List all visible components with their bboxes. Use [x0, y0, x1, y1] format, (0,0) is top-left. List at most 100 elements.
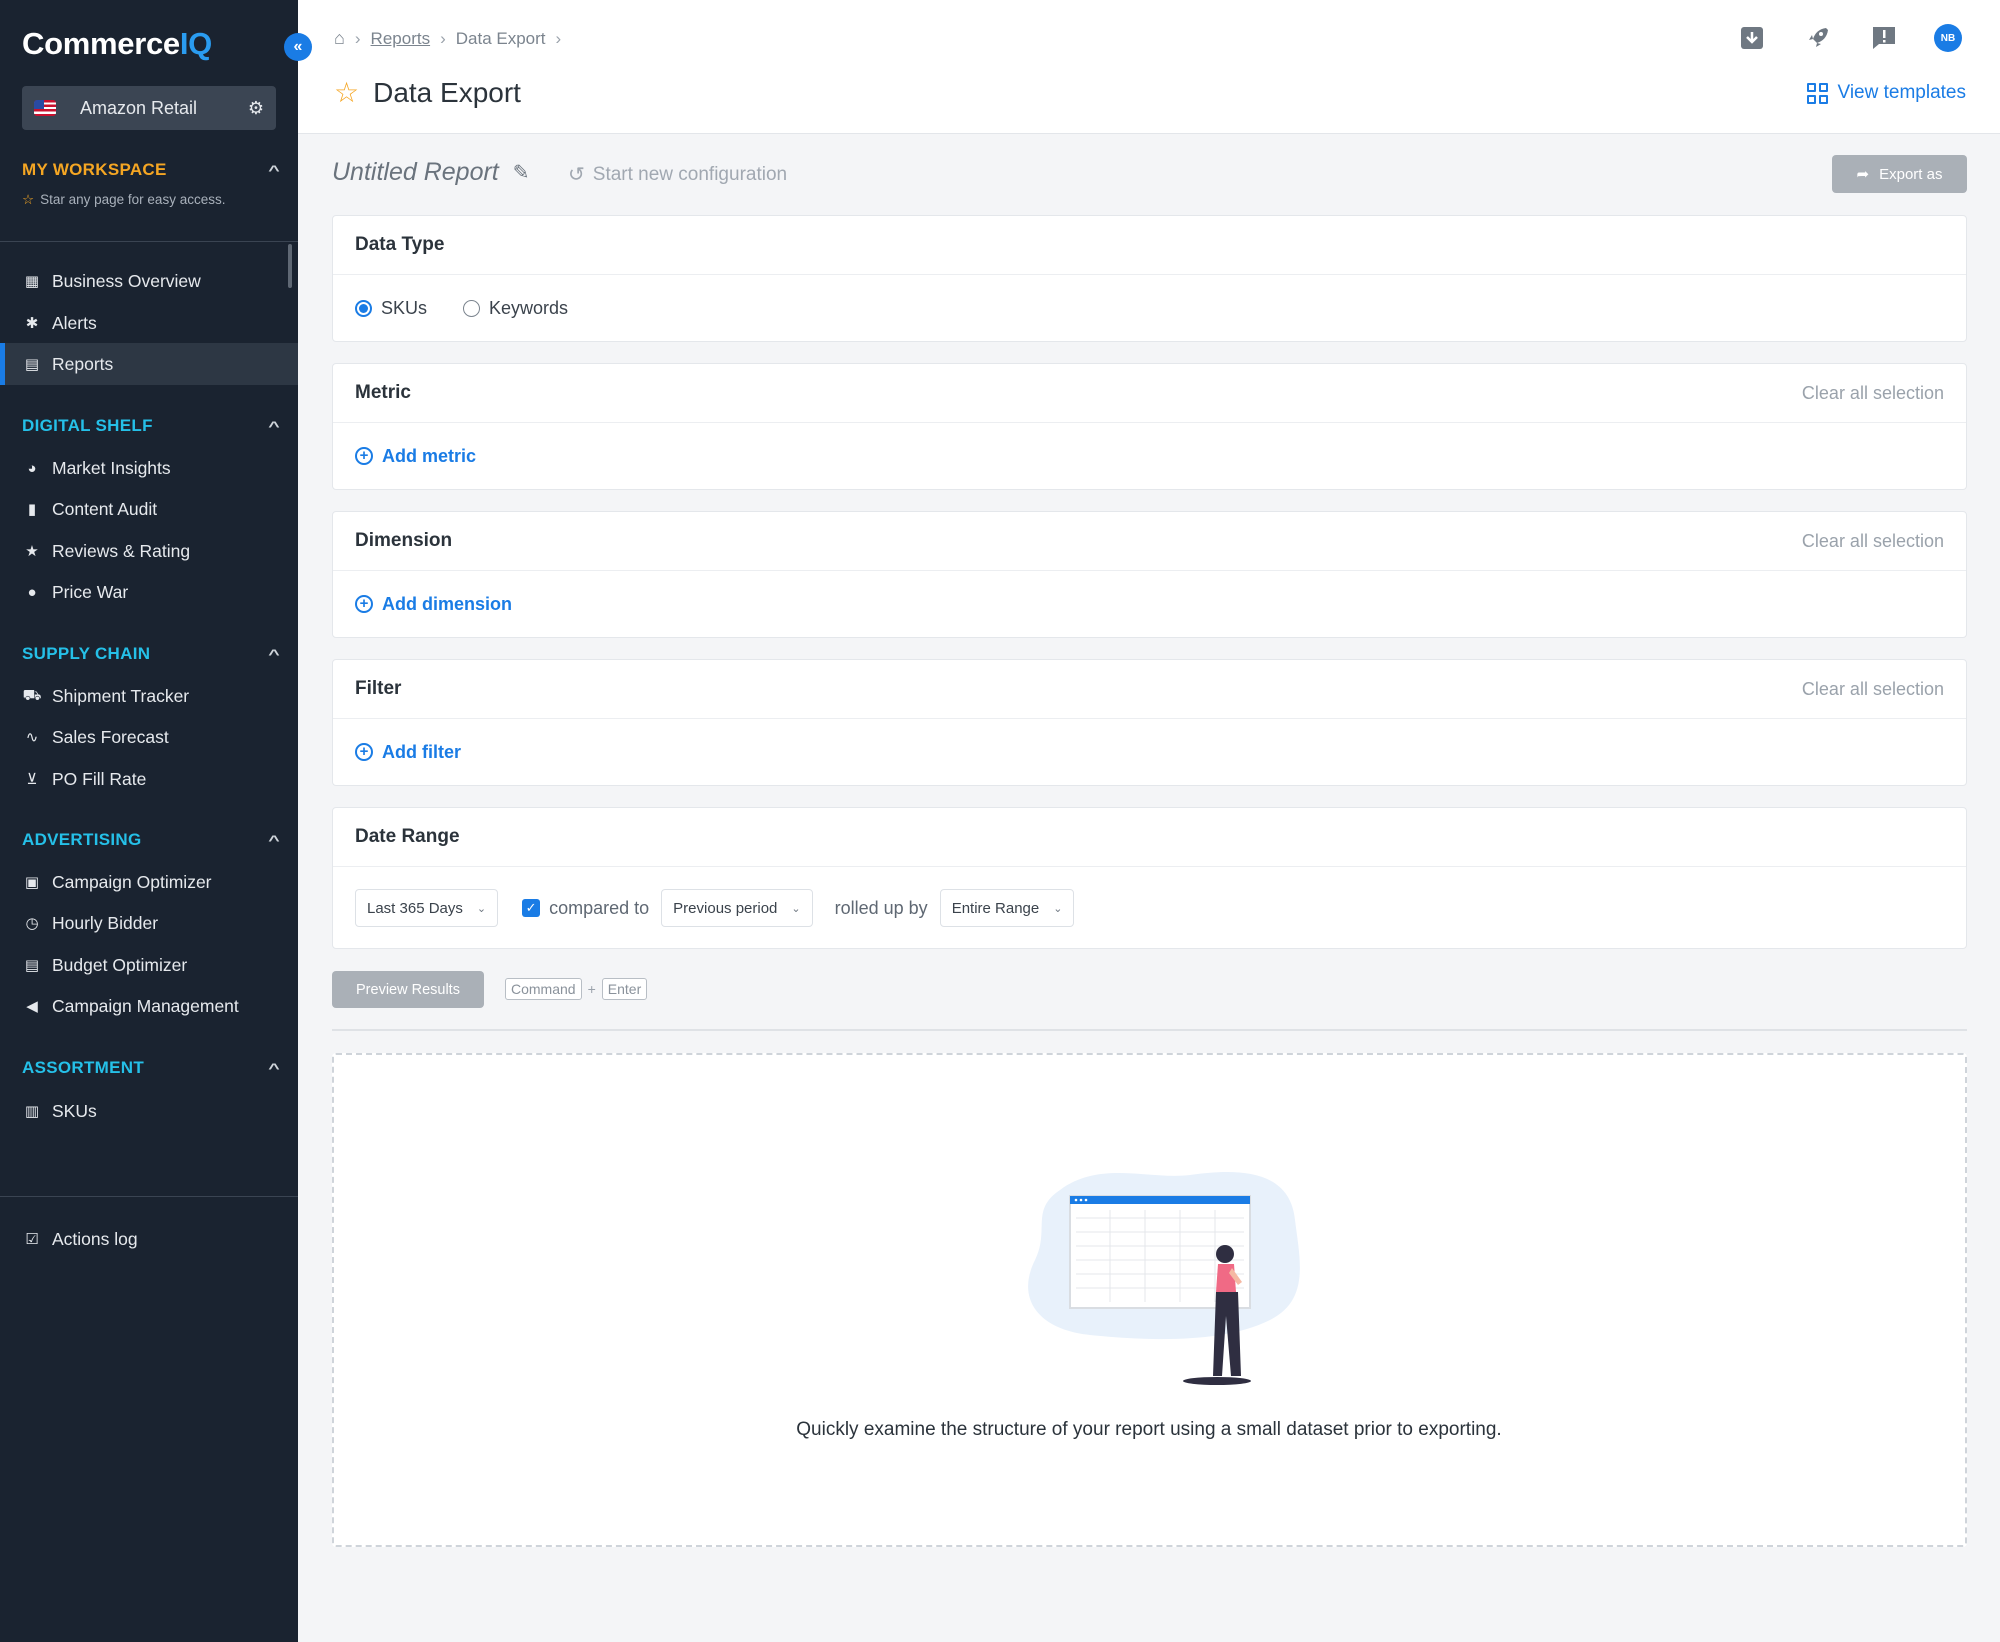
clear-all-selection-button[interactable]: Clear all selection [1802, 383, 1944, 404]
sidebar-item-campaign-optimizer[interactable]: ▣ Campaign Optimizer [0, 861, 298, 903]
rocket-icon[interactable] [1802, 22, 1834, 54]
avatar[interactable]: NB [1934, 24, 1962, 52]
sidebar-item-content-audit[interactable]: ▮ Content Audit [0, 488, 298, 530]
collapse-sidebar-button[interactable]: « [284, 33, 312, 61]
compared-to-checkbox[interactable]: ✓ compared to [522, 898, 649, 919]
section-my-workspace[interactable]: MY WORKSPACE ^ [22, 160, 280, 180]
divider [0, 241, 298, 242]
sidebar: CommerceIQ Amazon Retail ⚙ MY WORKSPACE … [0, 0, 298, 1642]
checkbox-checked-icon[interactable]: ✓ [522, 899, 541, 917]
chevron-down-icon: ⌄ [1053, 902, 1063, 915]
clock-icon: ◷ [25, 915, 39, 932]
chevron-up-icon[interactable]: ^ [268, 1060, 280, 1076]
sidebar-item-sales-forecast[interactable]: ∿ Sales Forecast [0, 716, 298, 758]
radio-keywords[interactable]: Keywords [463, 298, 568, 319]
sidebar-item-budget-optimizer[interactable]: ▤ Budget Optimizer [0, 944, 298, 986]
section-supply-chain[interactable]: SUPPLY CHAIN ^ [22, 644, 280, 664]
barcode-icon: ▥ [24, 1103, 40, 1120]
chevron-down-icon: ⌄ [791, 902, 801, 915]
section-title: DIGITAL SHELF [22, 416, 153, 435]
clear-all-selection-button[interactable]: Clear all selection [1802, 679, 1944, 700]
sidebar-item-hourly-bidder[interactable]: ◷ Hourly Bidder [0, 902, 298, 944]
clear-all-selection-button[interactable]: Clear all selection [1802, 531, 1944, 552]
gear-icon[interactable]: ⚙ [248, 98, 264, 119]
page-title: ☆ Data Export [334, 76, 521, 109]
add-filter-button[interactable]: + Add filter [355, 742, 461, 763]
preview-caption: Quickly examine the structure of your re… [796, 1419, 1502, 1440]
radio-skus[interactable]: SKUs [355, 298, 427, 319]
top-icons: NB [1736, 22, 1962, 54]
rollup-select[interactable]: Entire Range ⌄ [939, 889, 1075, 927]
breadcrumb-reports[interactable]: Reports [371, 29, 431, 49]
kbd-command: Command [505, 978, 582, 1000]
retailer-label: Amazon Retail [80, 97, 198, 118]
star-outline-icon[interactable]: ☆ [334, 76, 359, 109]
panel-title: Filter [355, 678, 402, 699]
kbd-enter: Enter [601, 978, 648, 1000]
date-range-select[interactable]: Last 365 Days ⌄ [355, 889, 499, 927]
chevron-up-icon[interactable]: ^ [268, 418, 280, 434]
date-range-panel: Date Range Last 365 Days ⌄ ✓ compared to… [332, 807, 1967, 949]
start-new-configuration-button[interactable]: ↺ Start new configuration [568, 162, 787, 187]
megaphone-icon: ◀ [26, 998, 38, 1015]
sidebar-item-actions-log[interactable]: ☑ Actions log [0, 1218, 298, 1260]
sidebar-item-market-insights[interactable]: ◕ Market Insights [0, 447, 298, 489]
feedback-icon[interactable] [1868, 22, 1900, 54]
retailer-selector[interactable]: Amazon Retail ⚙ [22, 86, 276, 130]
sidebar-item-skus[interactable]: ▥ SKUs [0, 1090, 298, 1132]
chevron-up-icon[interactable]: ^ [268, 832, 280, 848]
radio-selected-icon[interactable] [355, 299, 372, 317]
add-circle-icon: + [355, 595, 373, 613]
home-icon[interactable]: ⌂ [334, 28, 345, 49]
sidebar-item-shipment-tracker[interactable]: ⛟ Shipment Tracker [0, 675, 298, 717]
report-name[interactable]: Untitled Report ✎ [332, 158, 530, 187]
add-metric-button[interactable]: + Add metric [355, 446, 476, 467]
commerceiq-logo[interactable]: CommerceIQ [22, 26, 212, 62]
add-dimension-button[interactable]: + Add dimension [355, 594, 512, 615]
section-title: ADVERTISING [22, 830, 142, 849]
export-as-button[interactable]: ➦ Export as [1832, 155, 1967, 193]
workspace-hint: ☆ Star any page for easy access. [22, 192, 226, 207]
store-icon: ▦ [24, 273, 40, 290]
breadcrumb-data-export: Data Export [455, 28, 546, 48]
section-assortment[interactable]: ASSORTMENT ^ [22, 1058, 280, 1078]
sidebar-item-reports[interactable]: ▤ Reports [0, 343, 298, 385]
add-circle-icon: + [355, 447, 373, 465]
compare-period-select[interactable]: Previous period ⌄ [661, 889, 813, 927]
document-icon: ▮ [27, 501, 37, 518]
pie-chart-icon: ◕ [27, 459, 37, 477]
chevron-right-icon: › [440, 28, 446, 48]
templates-grid-icon [1806, 82, 1828, 104]
star-outline-icon: ☆ [22, 192, 35, 207]
radio-unselected-icon[interactable] [463, 299, 481, 317]
panel-title: Date Range [355, 826, 460, 847]
section-title: MY WORKSPACE [22, 160, 167, 179]
sidebar-item-reviews-rating[interactable]: ★ Reviews & Rating [0, 530, 298, 572]
chevron-up-icon[interactable]: ^ [268, 162, 280, 178]
add-circle-icon: + [355, 743, 373, 761]
data-type-panel: Data Type SKUs Keywords [332, 215, 1967, 342]
panel-title: Data Type [355, 234, 445, 255]
download-icon[interactable] [1736, 22, 1768, 54]
cart-icon: ⊻ [26, 771, 38, 788]
section-title: SUPPLY CHAIN [22, 644, 151, 663]
wave-icon: ∿ [25, 729, 39, 746]
report-icon: ▤ [24, 356, 40, 373]
divider [332, 1029, 1967, 1031]
chevron-right-icon: › [354, 28, 361, 48]
pencil-icon[interactable]: ✎ [513, 160, 530, 185]
section-digital-shelf[interactable]: DIGITAL SHELF ^ [22, 416, 280, 436]
empty-report-illustration [1028, 1172, 1300, 1385]
breadcrumb: ⌂ › Reports › Data Export › [334, 28, 571, 49]
sidebar-item-campaign-management[interactable]: ◀ Campaign Management [0, 985, 298, 1027]
preview-results-button[interactable]: Preview Results [332, 971, 484, 1008]
view-templates-link[interactable]: View templates [1806, 82, 1966, 104]
section-advertising[interactable]: ADVERTISING ^ [22, 830, 280, 850]
sidebar-item-business-overview[interactable]: ▦ Business Overview [0, 260, 298, 302]
sidebar-item-price-war[interactable]: ● Price War [0, 571, 298, 613]
sidebar-item-po-fill-rate[interactable]: ⊻ PO Fill Rate [0, 758, 298, 800]
sidebar-item-alerts[interactable]: ✱ Alerts [0, 302, 298, 344]
optimizer-icon: ▣ [24, 874, 40, 891]
star-icon: ★ [25, 543, 39, 560]
chevron-up-icon[interactable]: ^ [268, 646, 280, 662]
